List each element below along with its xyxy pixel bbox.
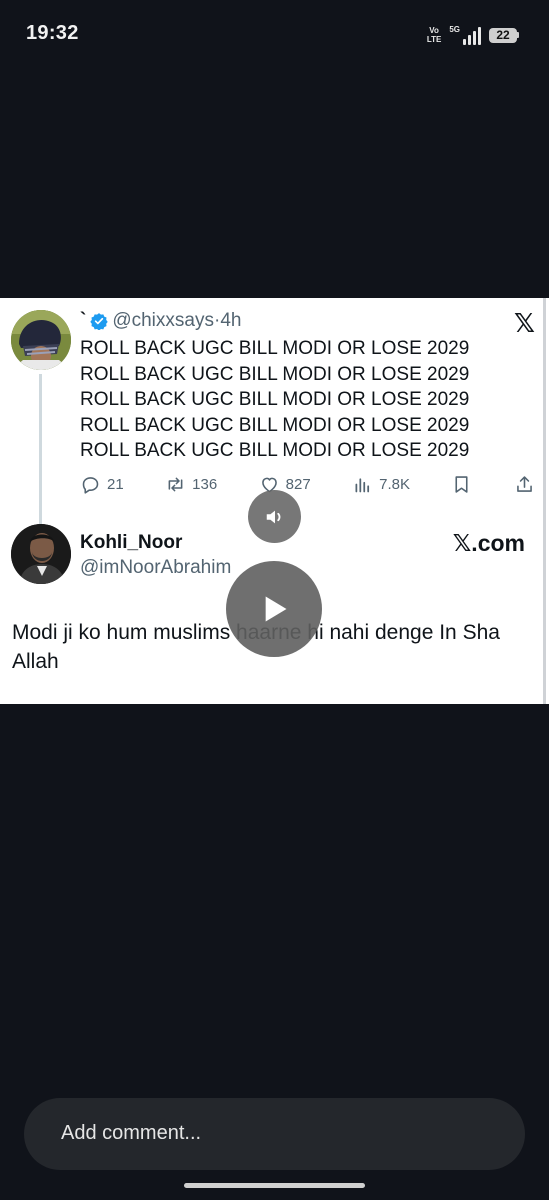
views-icon [355,477,370,492]
quoted-header: ` @chixxsays · 4h [80,310,241,332]
battery-level: 22 [489,27,517,43]
battery-icon: 22 [489,27,519,43]
share-icon [517,475,532,492]
volume-button[interactable] [248,490,301,543]
volte-top: Vo [429,26,439,35]
network-type: 5G [449,25,460,34]
comment-placeholder: Add comment... [61,1122,202,1144]
signal-bar-3 [473,31,476,45]
post-author-name: Kohli_Noor [80,532,183,553]
quoted-text: ROLL BACK UGC BILL MODI OR LOSE 2029 ROL… [80,336,469,464]
like-count: 827 [285,475,311,493]
play-icon [265,596,287,622]
play-button[interactable] [226,561,322,657]
views-action: 7.8K [352,474,410,495]
quoted-avatar [11,310,71,370]
reply-count: 21 [107,475,124,493]
status-time: 19:32 [26,22,79,44]
quoted-line: ROLL BACK UGC BILL MODI OR LOSE 2029 [80,440,470,461]
post-author-handle: @imNoorAbrahim [80,557,232,578]
post-avatar [11,524,71,584]
quoted-time: 4h [220,310,242,331]
battery-tip [517,32,519,38]
quoted-line: ROLL BACK UGC BILL MODI OR LOSE 2029 [80,414,470,436]
tweet-actions: 21 136 827 7.8K [80,472,535,496]
quoted-line: ROLL BACK UGC BILL MODI OR LOSE 2029 [80,389,470,410]
quoted-handle: @chixxsays [112,310,214,331]
scroll-edge [543,298,546,704]
bookmark-icon [455,475,469,493]
comment-input[interactable]: Add comment... [24,1098,525,1170]
signal-bar-4 [478,27,481,45]
home-indicator[interactable] [184,1183,365,1188]
signal-bar-1 [463,39,466,45]
status-bar: 19:32 Vo LTE 5G 22 [0,0,549,68]
views-count: 7.8K [379,475,411,493]
signal-icon: 5G [449,25,481,45]
quoted-line: ROLL BACK UGC BILL MODI OR LOSE 2029 [80,363,470,385]
post-source: 𝕏.com [452,530,525,556]
bookmark-action [451,474,472,495]
quoted-line: ROLL BACK UGC BILL MODI OR LOSE 2029 [80,338,470,359]
repost-count: 136 [192,475,218,493]
reply-action: 21 [80,474,124,495]
volte-bottom: LTE [426,35,442,44]
volume-icon [266,510,280,523]
volte-icon: Vo LTE [427,26,442,44]
quoted-avatar-image [11,310,71,370]
repost-icon [168,477,183,491]
reply-icon [82,476,99,494]
post-avatar-image [11,524,71,584]
status-icons: Vo LTE 5G 22 [427,22,519,48]
signal-bar-2 [468,35,471,45]
screen: 19:32 Vo LTE 5G 22 ` @chixxsays · 4h 𝕏 R… [0,0,549,1200]
repost-action: 136 [165,474,217,495]
thread-line [39,374,42,524]
quoted-name: ` [80,310,87,331]
verified-icon [90,313,109,330]
share-action [514,474,535,495]
x-logo-icon: 𝕏 [514,308,535,338]
